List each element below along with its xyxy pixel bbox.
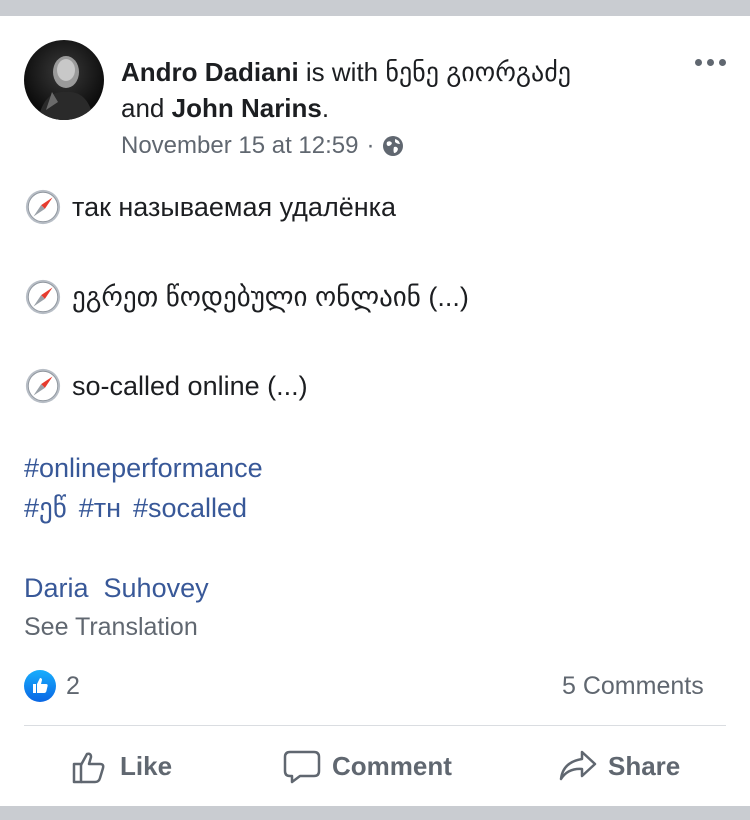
post-meta: November 15 at 12:59 ·: [121, 132, 404, 160]
post-line-1: так называемая удалёнка: [24, 188, 396, 226]
author-name[interactable]: Andro Dadiani: [121, 57, 299, 87]
more-horizontal-icon: [694, 58, 702, 66]
like-button[interactable]: Like: [70, 746, 172, 786]
thumbs-up-icon: [72, 752, 105, 784]
hashtag-block: #onlineperformance #ეწ #тн #socalled: [24, 448, 263, 528]
with-text: is with: [305, 57, 379, 87]
like-count: 2: [66, 671, 80, 700]
compass-icon: [25, 368, 61, 404]
more-dot: [706, 58, 714, 66]
avatar[interactable]: [24, 40, 104, 120]
hashtag-link[interactable]: #ეწ: [24, 488, 67, 528]
tagged-person-2[interactable]: John Narins: [172, 93, 322, 123]
hashtag-row: #ეწ #тн #socalled: [24, 488, 263, 528]
post-line-2: ეგრეთ წოდებული ონლაინ (...): [24, 278, 469, 316]
share-arrow-icon: [559, 750, 597, 781]
globe-icon[interactable]: [382, 135, 404, 157]
more-options-button[interactable]: [690, 52, 730, 72]
share-button[interactable]: Share: [558, 746, 680, 786]
credit-link[interactable]: Daria Suhovey: [24, 573, 209, 604]
and-text: and: [121, 93, 165, 123]
hashtag-link[interactable]: #onlineperformance: [24, 448, 263, 488]
hashtag-link[interactable]: #тн: [79, 488, 121, 528]
more-dot: [718, 58, 726, 66]
header-period: .: [321, 93, 330, 123]
compass-icon: [25, 279, 61, 315]
speech-bubble-icon: [283, 750, 321, 784]
comment-label: Comment: [332, 750, 452, 781]
action-divider: [24, 725, 726, 726]
comments-count-link[interactable]: 5 Comments: [562, 672, 704, 701]
comment-button[interactable]: Comment: [282, 746, 452, 786]
tagged-person-1[interactable]: ნენე გიორგაძე: [385, 57, 571, 87]
like-label: Like: [120, 750, 173, 781]
post-text-line: so-called online (...): [72, 370, 308, 401]
meta-separator: ·: [366, 132, 375, 159]
top-separator-band: [0, 0, 750, 16]
hashtag-link[interactable]: #socalled: [133, 488, 247, 528]
post-text-line: ეგრეთ წოდებული ონლაინ (...): [72, 281, 469, 312]
post-line-3: so-called online (...): [24, 367, 308, 405]
compass-icon: [25, 189, 61, 225]
post-header: Andro Dadiani is with ნენე გიორგაძე and …: [121, 54, 681, 126]
share-label: Share: [608, 750, 681, 781]
hashtag-row: #onlineperformance: [24, 448, 263, 488]
reaction-summary[interactable]: 2: [24, 670, 80, 702]
avatar-silhouette: [38, 56, 94, 120]
like-reaction-icon: [24, 670, 56, 702]
bottom-separator-band: [0, 806, 750, 820]
post-text-line: так называемая удалёнка: [72, 191, 397, 222]
timestamp[interactable]: November 15 at 12:59: [121, 132, 358, 160]
see-translation-link[interactable]: See Translation: [24, 613, 198, 642]
